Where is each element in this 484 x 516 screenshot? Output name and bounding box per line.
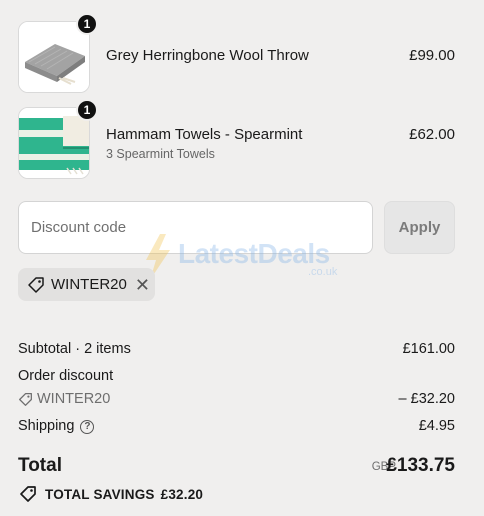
applied-discount-code: WINTER20 <box>51 276 127 293</box>
applied-discount-chip: WINTER20 ✕ <box>18 268 155 301</box>
item-thumbnail: 1 <box>18 99 98 179</box>
cart-item: 1 Hammam Towels - Spearmint 3 Spearmint … <box>18 99 458 179</box>
subtotal-label: Subtotal · 2 items <box>18 341 131 357</box>
item-variant: 3 Spearmint Towels <box>106 147 215 161</box>
shipping-label: Shipping <box>18 418 75 434</box>
total-amount: £133.75 <box>386 455 455 476</box>
order-discount-code: WINTER20 <box>18 391 110 407</box>
order-discount-code-text: WINTER20 <box>37 391 111 407</box>
tag-icon <box>19 392 32 406</box>
shipping-value: £4.95 <box>418 418 455 434</box>
subtotal-value: £161.00 <box>402 341 455 357</box>
total-savings-amount: £32.20 <box>160 486 204 502</box>
total-savings: TOTAL SAVINGS £32.20 <box>18 485 203 503</box>
total-savings-label: TOTAL SAVINGS <box>45 486 155 502</box>
total-label: Total <box>18 455 62 476</box>
item-price: £99.00 <box>409 47 455 64</box>
apply-discount-button[interactable]: Apply <box>384 201 455 254</box>
item-name: Hammam Towels - Spearmint <box>106 126 303 143</box>
item-name: Grey Herringbone Wool Throw <box>106 47 309 64</box>
shipping-label-group: Shipping? <box>18 418 95 434</box>
watermark-logo-domain: .co.uk <box>308 266 338 278</box>
help-icon[interactable]: ? <box>80 419 95 434</box>
discount-code-input[interactable] <box>18 201 373 254</box>
order-discount-label: Order discount <box>18 368 114 384</box>
item-price: £62.00 <box>409 126 455 143</box>
quantity-badge: 1 <box>76 13 98 35</box>
order-discount-value: – £32.20 <box>398 391 455 407</box>
cart-item: 1 Grey Herringbone Wool Throw £99.00 <box>18 13 458 93</box>
quantity-badge: 1 <box>76 99 98 121</box>
tag-icon <box>20 486 36 502</box>
remove-discount-close-icon[interactable]: ✕ <box>135 276 150 294</box>
tag-icon <box>28 276 44 293</box>
item-thumbnail: 1 <box>18 13 98 93</box>
